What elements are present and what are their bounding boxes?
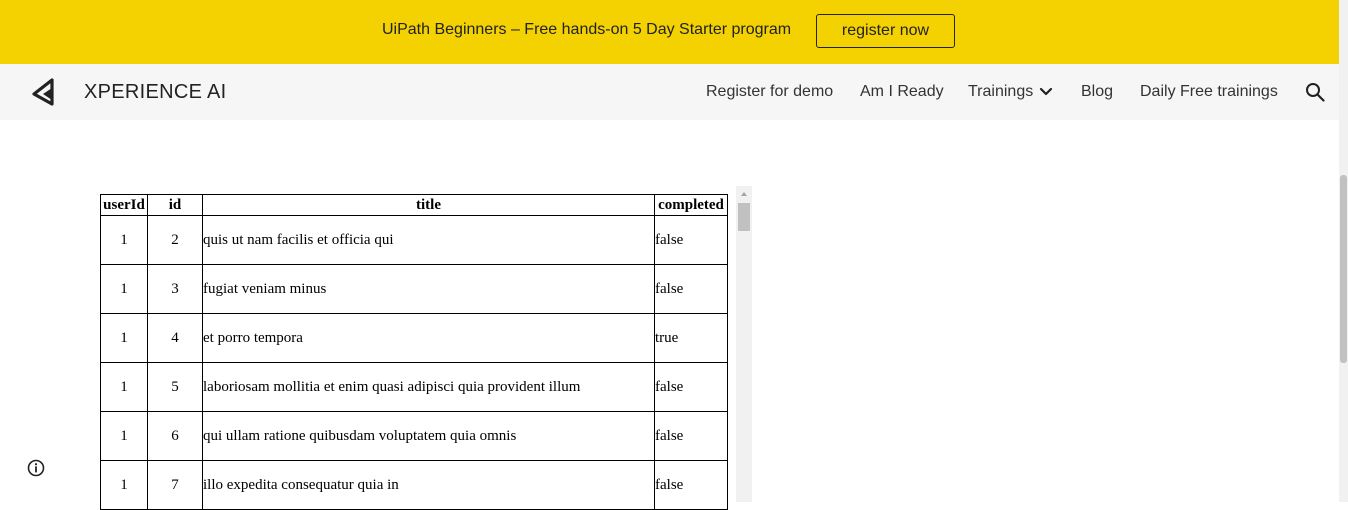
- table-row: 1 4 et porro tempora true: [100, 313, 728, 363]
- header-userid: userId: [100, 194, 148, 216]
- cell-title: et porro tempora: [202, 313, 655, 363]
- cell-id: 3: [147, 264, 203, 314]
- table-row: 1 3 fugiat veniam minus false: [100, 264, 728, 314]
- banner-text: UiPath Beginners – Free hands-on 5 Day S…: [382, 21, 792, 38]
- cell-userid: 1: [100, 460, 148, 510]
- table-row: 1 6 qui ullam ratione quibusdam voluptat…: [100, 411, 728, 461]
- brand-name[interactable]: XPERIENCE AI: [84, 81, 227, 104]
- cell-userid: 1: [100, 313, 148, 363]
- nav-am-i-ready[interactable]: Am I Ready: [860, 83, 944, 101]
- table-header-row: userId id title completed: [100, 194, 728, 216]
- cell-id: 7: [147, 460, 203, 510]
- cell-title: qui ullam ratione quibusdam voluptatem q…: [202, 411, 655, 461]
- nav-register-for-demo[interactable]: Register for demo: [706, 83, 833, 101]
- cell-completed: false: [654, 460, 728, 510]
- header-title: title: [202, 194, 655, 216]
- cell-id: 6: [147, 411, 203, 461]
- header-completed: completed: [654, 194, 728, 216]
- nav-blog[interactable]: Blog: [1081, 83, 1113, 101]
- cell-userid: 1: [100, 362, 148, 412]
- cell-title: illo expedita consequatur quia in: [202, 460, 655, 510]
- cell-completed: false: [654, 215, 728, 265]
- cell-completed: false: [654, 264, 728, 314]
- cell-id: 2: [147, 215, 203, 265]
- top-navigation: XPERIENCE AI Register for demo Am I Read…: [0, 64, 1339, 120]
- nav-daily-free-trainings[interactable]: Daily Free trainings: [1140, 83, 1278, 101]
- cell-completed: true: [654, 313, 728, 363]
- table-row: 1 2 quis ut nam facilis et officia qui f…: [100, 215, 728, 265]
- promo-banner: UiPath Beginners – Free hands-on 5 Day S…: [0, 0, 1339, 64]
- cell-completed: false: [654, 411, 728, 461]
- table-row: 1 5 laboriosam mollitia et enim quasi ad…: [100, 362, 728, 412]
- cell-title: fugiat veniam minus: [202, 264, 655, 314]
- cell-completed: false: [654, 362, 728, 412]
- table-frame-scrollbar[interactable]: [736, 186, 752, 502]
- cell-title: laboriosam mollitia et enim quasi adipis…: [202, 362, 655, 412]
- cell-id: 4: [147, 313, 203, 363]
- info-icon[interactable]: [27, 459, 45, 477]
- cell-userid: 1: [100, 215, 148, 265]
- header-id: id: [147, 194, 203, 216]
- chevron-down-icon[interactable]: [1039, 86, 1053, 98]
- search-icon[interactable]: [1305, 82, 1325, 102]
- page-scrollbar-thumb[interactable]: [1340, 175, 1347, 363]
- cell-title: quis ut nam facilis et officia qui: [202, 215, 655, 265]
- cell-id: 5: [147, 362, 203, 412]
- cell-userid: 1: [100, 264, 148, 314]
- scroll-up-arrow-icon[interactable]: [741, 192, 747, 196]
- todo-table: userId id title completed 1 2 quis ut na…: [100, 194, 728, 510]
- table-frame-scrollbar-thumb[interactable]: [738, 203, 750, 231]
- register-now-button[interactable]: register now: [816, 14, 955, 48]
- nav-trainings[interactable]: Trainings: [968, 83, 1033, 101]
- xperience-logo-icon[interactable]: [30, 76, 62, 108]
- table-row: 1 7 illo expedita consequatur quia in fa…: [100, 460, 728, 510]
- cell-userid: 1: [100, 411, 148, 461]
